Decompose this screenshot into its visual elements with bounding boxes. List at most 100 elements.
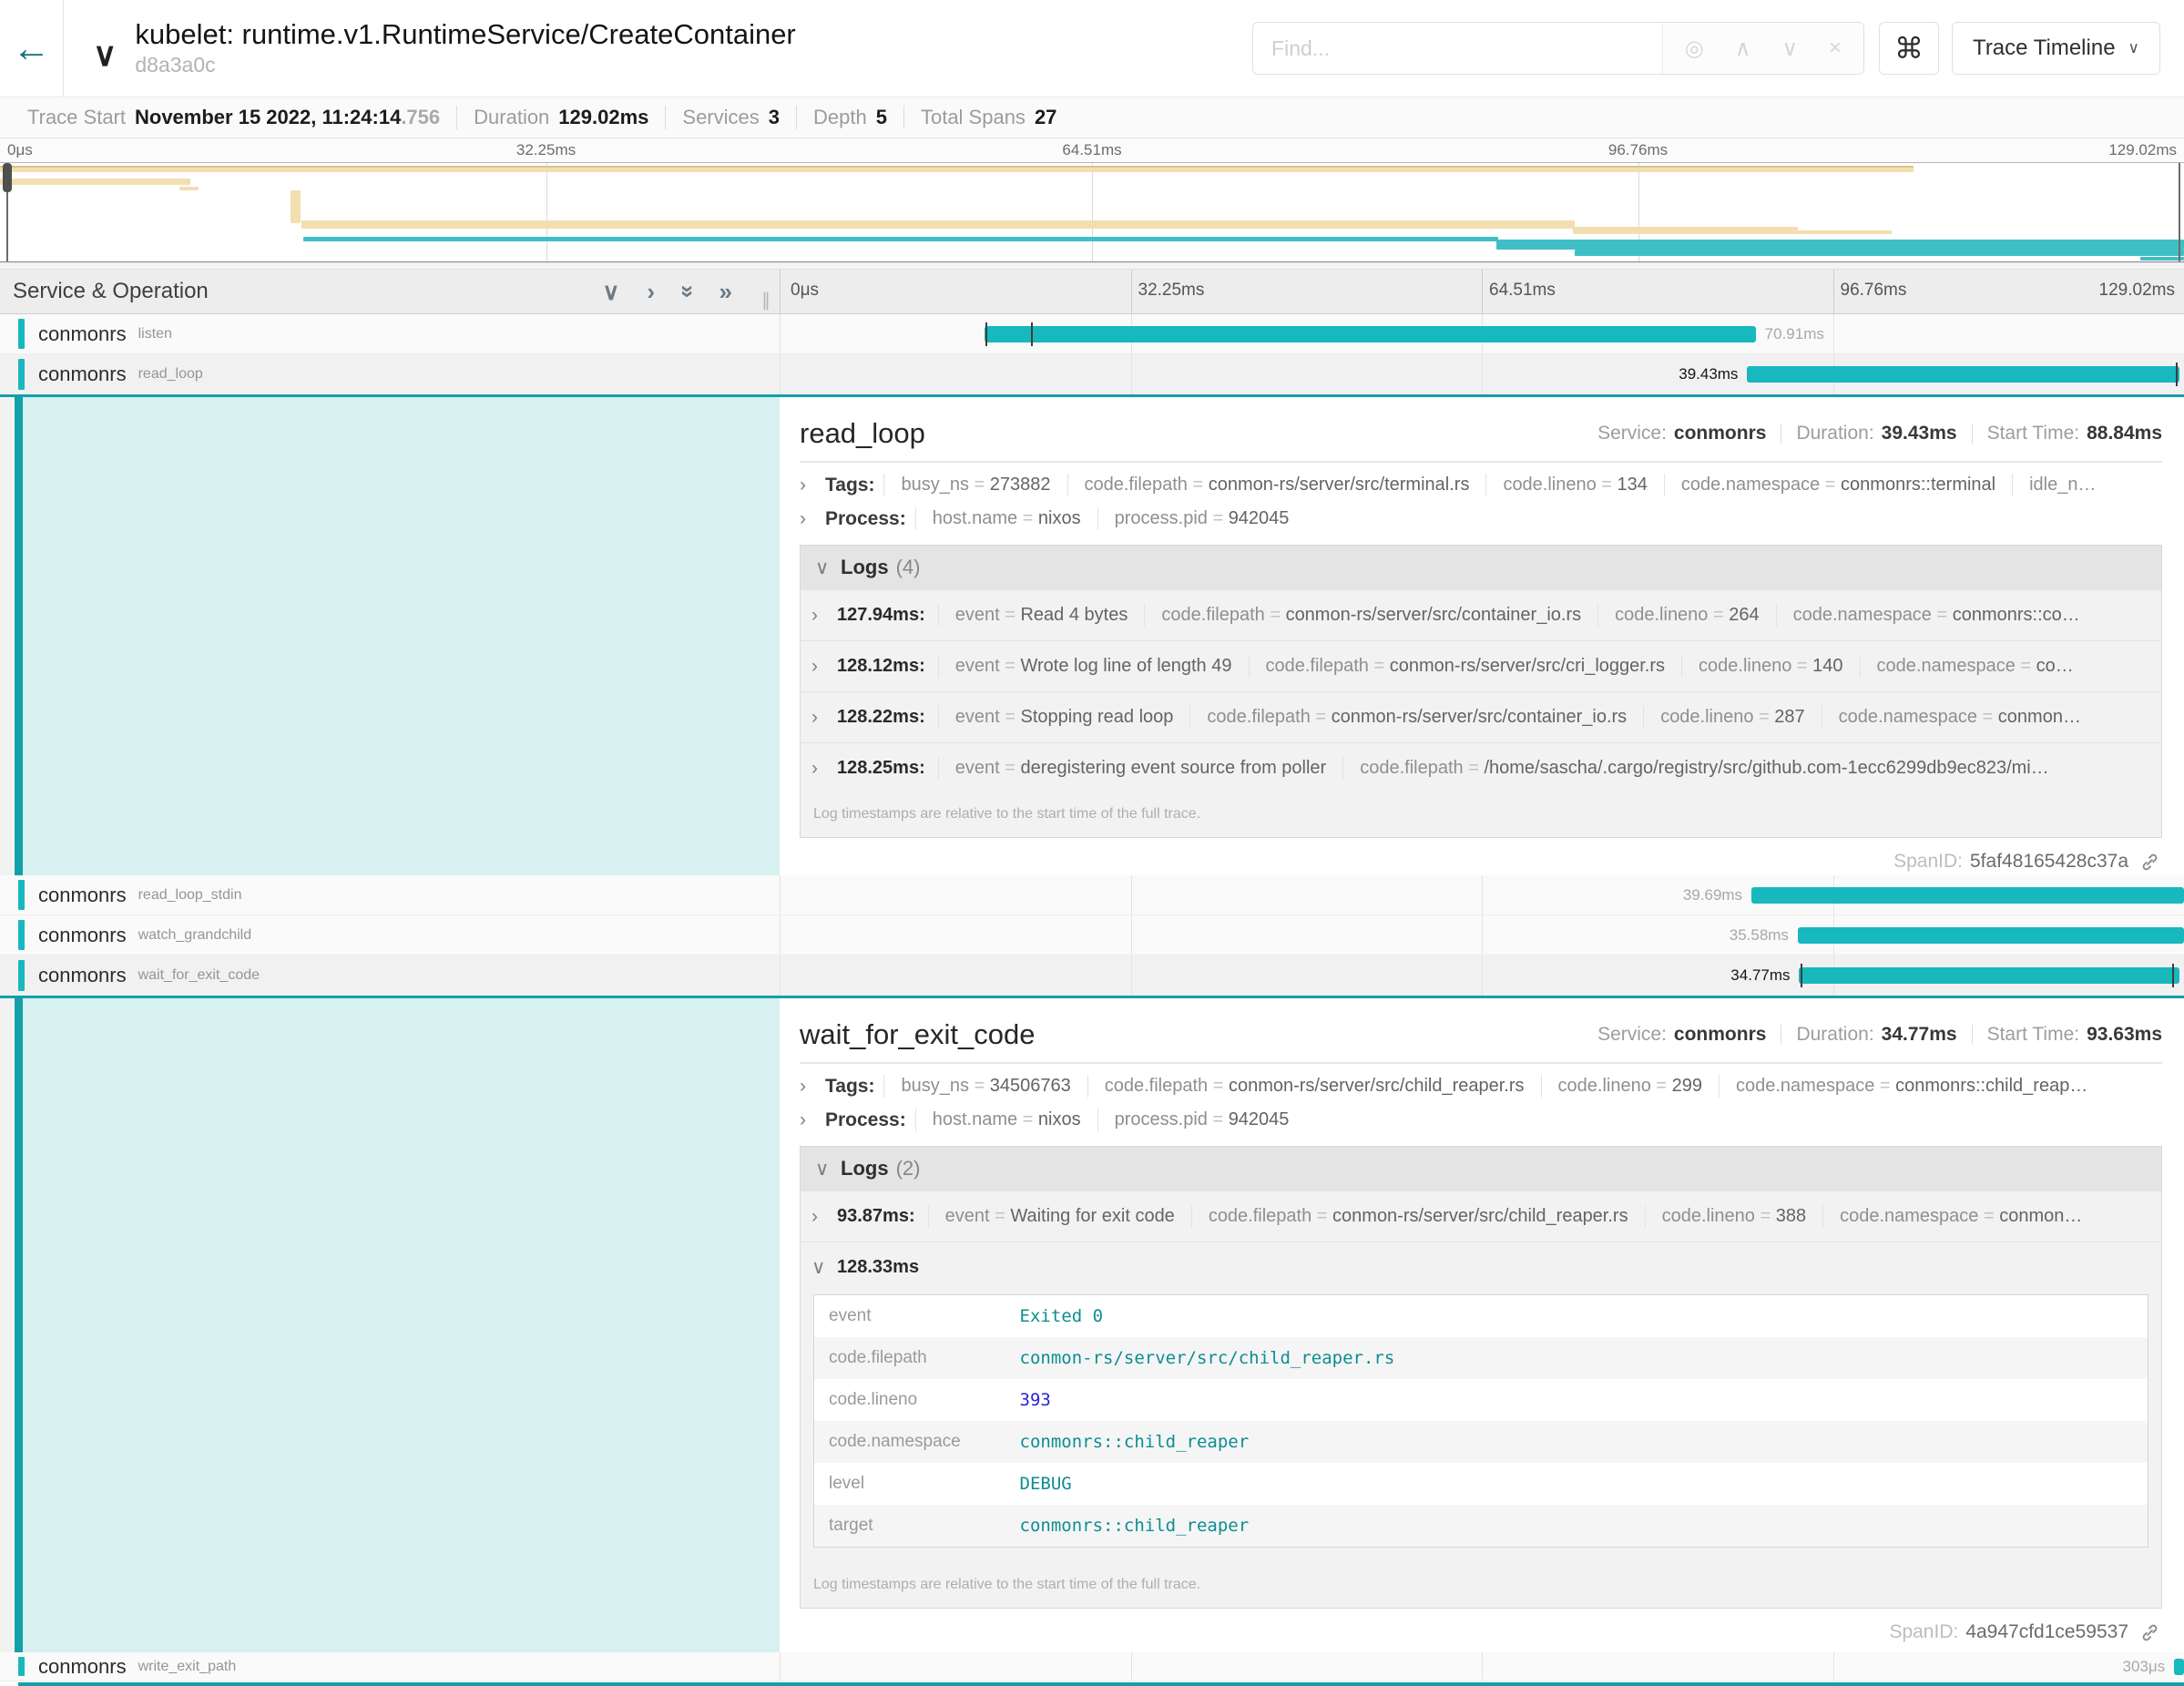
process-chips: host.namenixosprocess.pid942045 bbox=[915, 1109, 2162, 1131]
span-bar[interactable] bbox=[985, 326, 1756, 342]
log-row[interactable]: › 128.25ms: eventderegistering event sou… bbox=[801, 742, 2161, 793]
collapse-header-icon[interactable]: ∨ bbox=[93, 38, 117, 71]
log-row[interactable]: › 127.94ms: eventRead 4 bytescode.filepa… bbox=[801, 589, 2161, 640]
tag-chip: busy_ns273882 bbox=[883, 474, 1066, 496]
span-bar-wrap: 39.43ms bbox=[1747, 354, 2179, 394]
chevron-right-icon: › bbox=[811, 1206, 826, 1228]
span-row-write-exit-path[interactable]: conmonrs write_exit_path 303μs bbox=[0, 1652, 2184, 1681]
log-timestamp: 93.87ms: bbox=[837, 1206, 915, 1227]
span-name-cell: conmonrs read_loop_stdin bbox=[0, 875, 780, 915]
table-row: targetconmonrs::child_reaper bbox=[814, 1505, 2148, 1548]
log-chip: eventRead 4 bytes bbox=[938, 604, 1145, 627]
process-row[interactable]: › Process: host.namenixos process.pid942… bbox=[800, 507, 2162, 530]
collapse-one-icon[interactable]: ∨ bbox=[602, 280, 619, 303]
log-row[interactable]: › 93.87ms: eventWaiting for exit codecod… bbox=[801, 1190, 2161, 1242]
gridline bbox=[780, 1652, 781, 1681]
span-timeline-cell: 39.69ms bbox=[780, 875, 2184, 915]
span-bar-wrap: 39.69ms bbox=[1751, 875, 2184, 915]
expand-all-icon[interactable]: » bbox=[719, 280, 732, 303]
log-fields-table: eventExited 0 code.filepathconmon-rs/ser… bbox=[813, 1294, 2148, 1548]
ruler-tick: 96.76ms bbox=[1608, 141, 1668, 159]
gridline bbox=[1482, 270, 1483, 313]
trace-timeline-page: ← ∨ kubelet: runtime.v1.RuntimeService/C… bbox=[0, 0, 2184, 1686]
minimap-canvas[interactable] bbox=[0, 162, 2184, 262]
tag-chip: code.namespaceconmonrs::terminal bbox=[1664, 474, 2012, 496]
chevron-up-icon[interactable]: ∧ bbox=[1735, 36, 1751, 62]
service-operation-title: Service & Operation bbox=[13, 279, 602, 304]
span-bar[interactable] bbox=[2174, 1659, 2184, 1675]
view-selector-button[interactable]: Trace Timeline ∨ bbox=[1952, 22, 2160, 75]
minimap-span-bar bbox=[1573, 227, 1798, 234]
span-row-read-loop[interactable]: conmonrs read_loop 39.43ms bbox=[0, 354, 2184, 394]
keyboard-shortcuts-button[interactable]: ⌘ bbox=[1879, 22, 1939, 75]
span-detail-read-loop: read_loop Service:conmonrs Duration:39.4… bbox=[0, 394, 2184, 875]
log-row-expanded[interactable]: ∨ 128.33ms bbox=[801, 1242, 2161, 1293]
span-bar[interactable] bbox=[1747, 366, 2179, 383]
log-timestamp: 127.94ms: bbox=[837, 605, 925, 626]
locate-icon[interactable]: ◎ bbox=[1685, 36, 1704, 62]
clear-icon[interactable]: × bbox=[1829, 36, 1842, 61]
gridline bbox=[780, 875, 781, 915]
column-resizer[interactable]: ∥ bbox=[761, 289, 771, 313]
back-button[interactable]: ← bbox=[0, 0, 64, 97]
log-chip: code.filepathconmon-rs/server/src/contai… bbox=[1189, 706, 1643, 729]
timeline-tick: 32.25ms bbox=[1138, 281, 1205, 301]
span-bar[interactable] bbox=[1798, 927, 2184, 944]
minimap-span-bar bbox=[0, 179, 190, 185]
span-row-listen[interactable]: conmonrs listen 70.91ms bbox=[0, 314, 2184, 354]
detail-left-pane bbox=[0, 998, 780, 1652]
viewport-left-handle[interactable] bbox=[3, 163, 12, 192]
expand-one-icon[interactable]: › bbox=[647, 280, 655, 303]
log-chip: code.lineno140 bbox=[1681, 655, 1859, 678]
service-color-bar bbox=[18, 1657, 25, 1676]
span-timeline-cell: 35.58ms bbox=[780, 915, 2184, 955]
tags-row[interactable]: › Tags: busy_ns34506763code.filepathconm… bbox=[800, 1075, 2162, 1098]
chevron-down-icon[interactable]: ∨ bbox=[1781, 36, 1798, 62]
logs-box: ∨ Logs (4) › 127.94ms: eventRead 4 bytes… bbox=[800, 545, 2162, 838]
summary-services: Services 3 bbox=[665, 106, 796, 129]
gridline bbox=[1131, 875, 1132, 915]
link-icon[interactable] bbox=[2139, 852, 2160, 873]
span-row-read-loop-stdin[interactable]: conmonrs read_loop_stdin 39.69ms bbox=[0, 875, 2184, 915]
span-row-watch-grandchild[interactable]: conmonrs watch_grandchild 35.58ms bbox=[0, 915, 2184, 955]
log-chips: eventderegistering event source from pol… bbox=[938, 757, 2150, 780]
timeline-tick: 96.76ms bbox=[1841, 281, 1907, 301]
link-icon[interactable] bbox=[2139, 1622, 2160, 1643]
log-timestamp: 128.25ms: bbox=[837, 758, 925, 779]
service-color-bar bbox=[18, 319, 25, 349]
chevron-right-icon: › bbox=[800, 475, 814, 496]
logs-note: Log timestamps are relative to the start… bbox=[801, 793, 2161, 837]
span-bar[interactable] bbox=[1799, 967, 2179, 984]
log-row[interactable]: › 128.22ms: eventStopping read loopcode.… bbox=[801, 691, 2161, 742]
span-operation: read_loop_stdin bbox=[138, 887, 242, 904]
span-row-wait-for-exit-code[interactable]: conmonrs wait_for_exit_code 34.77ms bbox=[0, 955, 2184, 996]
process-row[interactable]: › Process: host.namenixosprocess.pid9420… bbox=[800, 1109, 2162, 1131]
minimap-span-bar bbox=[2140, 257, 2184, 261]
span-operation: listen bbox=[138, 326, 172, 342]
gridline bbox=[1092, 163, 1093, 261]
span-bar-wrap: 70.91ms bbox=[985, 314, 1756, 353]
summary-duration: Duration 129.02ms bbox=[456, 106, 665, 129]
logs-header[interactable]: ∨ Logs (2) bbox=[801, 1147, 2161, 1190]
log-row[interactable]: › 128.12ms: eventWrote log line of lengt… bbox=[801, 640, 2161, 691]
chevron-down-icon: ∨ bbox=[815, 557, 830, 579]
span-duration-label: 39.69ms bbox=[1683, 886, 1742, 904]
gridline bbox=[1131, 915, 1132, 955]
gridline bbox=[1482, 915, 1483, 955]
gridline bbox=[780, 314, 781, 353]
summary-total-spans: Total Spans 27 bbox=[903, 106, 1073, 129]
ruler-tick: 32.25ms bbox=[516, 141, 576, 159]
find-input[interactable] bbox=[1253, 23, 1662, 74]
tag-chip: code.namespaceconmonrs::child_reap… bbox=[1719, 1075, 2104, 1098]
logs-note: Log timestamps are relative to the start… bbox=[801, 1564, 2161, 1608]
trace-id: d8a3a0c bbox=[135, 53, 795, 77]
tags-row[interactable]: › Tags: busy_ns273882 code.filepathconmo… bbox=[800, 474, 2162, 496]
process-chip: process.pid942045 bbox=[1097, 1109, 1306, 1131]
logs-header[interactable]: ∨ Logs (4) bbox=[801, 546, 2161, 589]
collapse-all-icon[interactable]: » bbox=[677, 285, 700, 298]
chevron-right-icon: › bbox=[800, 1076, 814, 1098]
top-bar: ← ∨ kubelet: runtime.v1.RuntimeService/C… bbox=[0, 0, 2184, 97]
gridline bbox=[1833, 314, 1834, 353]
log-timestamp: 128.22ms: bbox=[837, 707, 925, 728]
span-bar[interactable] bbox=[1751, 887, 2184, 904]
